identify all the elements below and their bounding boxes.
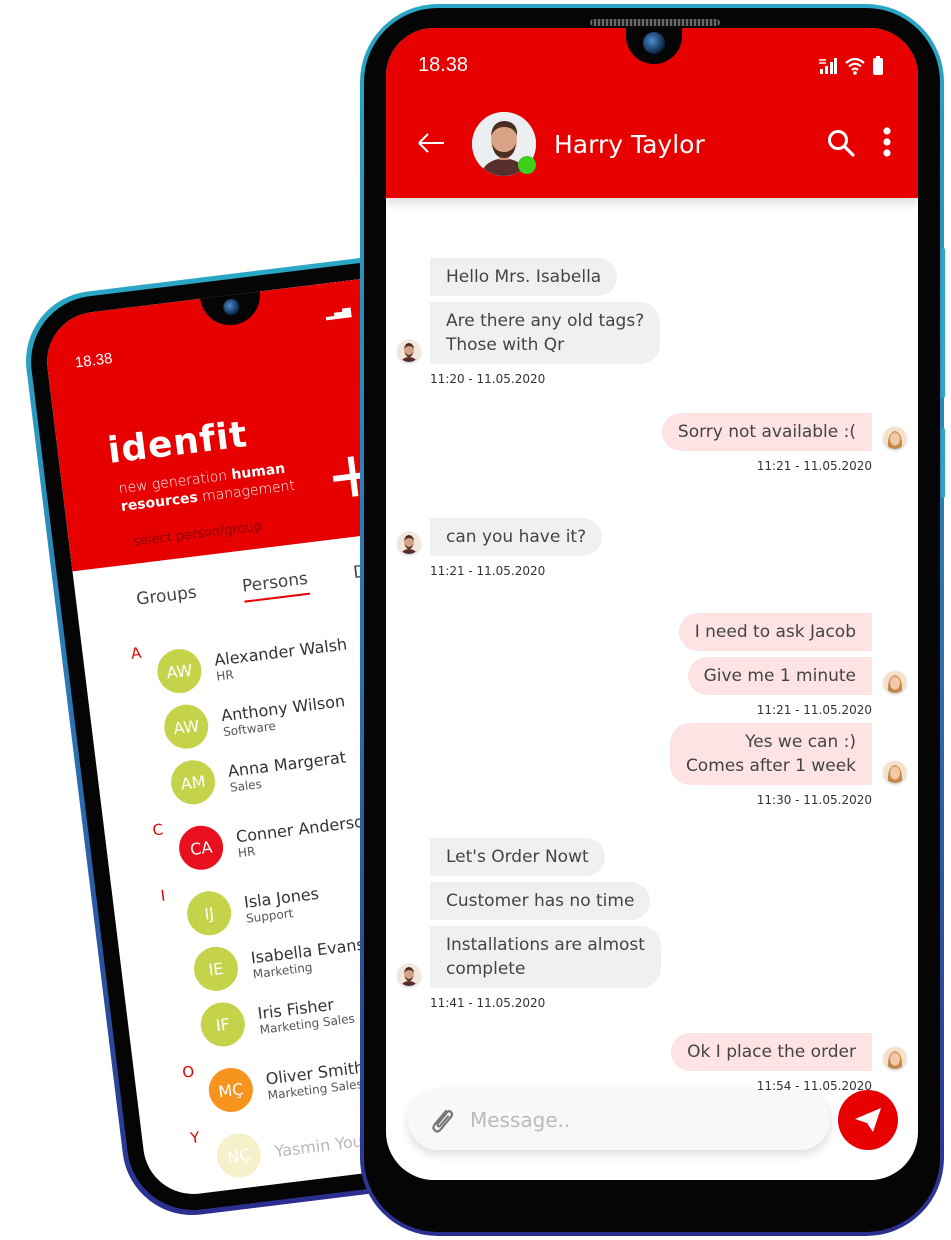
message-bubble[interactable]: Are there any old tags? Those with Qr (430, 302, 661, 364)
chat-app-bar: 18.38 Harry Taylor (386, 28, 918, 198)
incoming-message-group: Let's Order Nowt Customer has no time Inst… (430, 838, 661, 1010)
message-bubble[interactable]: Yes we can :) Comes after 1 week (669, 723, 872, 785)
phone-bezel: 18.38 Harry Taylor Hello Mrs. Isabella A… (364, 8, 945, 1232)
self-avatar (884, 671, 906, 693)
contact-initials-avatar: IJ (184, 888, 234, 938)
message-timestamp: 11:21 - 11.05.2020 (430, 564, 546, 578)
signal-icon (819, 58, 837, 74)
outgoing-message-group: Yes we can :) Comes after 1 week 11:30 - 1… (669, 723, 872, 807)
message-composer (408, 1090, 830, 1150)
chat-screen: 18.38 Harry Taylor Hello Mrs. Isabella A… (386, 28, 918, 1180)
volume-button (941, 248, 945, 398)
signal-icon: ▂▄▆ (324, 304, 352, 321)
front-camera (626, 28, 682, 64)
contact-initials-avatar: IE (191, 944, 241, 994)
incoming-message-group: Hello Mrs. Isabella Are there any old tag… (430, 258, 661, 386)
message-bubble[interactable]: I need to ask Jacob (678, 613, 872, 651)
contact-text: Isabella Evans Marketing (250, 934, 368, 981)
contact-text: Oliver Smith Marketing Sales (265, 1057, 367, 1102)
send-paper-plane-icon (855, 1108, 881, 1132)
message-bubble[interactable]: Ok I place the order (671, 1033, 872, 1071)
contact-initials-avatar: IF (198, 999, 248, 1049)
message-bubble[interactable]: Give me 1 minute (687, 657, 872, 695)
stage: 18.38 ▂▄▆ idenfit new generation human r… (0, 0, 951, 1240)
more-options-icon[interactable] (882, 126, 892, 158)
sender-avatar (398, 532, 420, 554)
self-avatar (884, 761, 906, 783)
sender-avatar (398, 340, 420, 362)
message-timestamp: 11:21 - 11.05.2020 (756, 459, 872, 473)
message-bubble[interactable]: Installations are almost complete (430, 926, 661, 988)
search-icon[interactable] (826, 128, 856, 158)
message-timestamp: 11:20 - 11.05.2020 (430, 372, 546, 386)
online-status-dot (518, 156, 536, 174)
status-time: 18.38 (74, 349, 114, 372)
wifi-icon (845, 57, 865, 75)
power-button (941, 428, 945, 498)
brand-logo: idenfit (105, 414, 250, 472)
message-bubble[interactable]: Customer has no time (430, 882, 651, 920)
contact-text: Iris Fisher Marketing Sales (257, 992, 356, 1036)
back-arrow-icon[interactable] (416, 128, 446, 158)
message-bubble[interactable]: Sorry not available :( (661, 413, 872, 451)
select-hint: select person/group (132, 519, 263, 550)
contact-text: Alexander Walsh HR (213, 634, 350, 683)
earpiece-speaker (590, 19, 720, 26)
outgoing-message-group: Sorry not available :( 11:21 - 11.05.2020 (661, 413, 872, 473)
outgoing-message-group: Ok I place the order 11:54 - 11.05.2020 (671, 1033, 872, 1093)
contact-initials-avatar: AM (168, 757, 218, 807)
self-avatar (884, 1047, 906, 1069)
contact-text: Isla Jones Support (243, 883, 322, 925)
contact-text: Anthony Wilson Software (220, 691, 348, 739)
incoming-message-group: can you have it? 11:21 - 11.05.2020 (430, 518, 603, 578)
contact-initials-avatar: CA (176, 823, 226, 873)
chat-phone: 18.38 Harry Taylor Hello Mrs. Isabella A… (360, 4, 945, 1236)
battery-icon (873, 56, 883, 75)
contact-name[interactable]: Harry Taylor (554, 130, 705, 159)
status-time: 18.38 (418, 54, 469, 76)
message-bubble[interactable]: Let's Order Nowt (430, 838, 605, 876)
status-icons (818, 56, 884, 76)
contact-initials-avatar: MÇ (206, 1065, 256, 1115)
paperclip-icon[interactable] (428, 1105, 456, 1135)
contact-initials-avatar: AW (154, 646, 204, 696)
message-timestamp: 11:21 - 11.05.2020 (756, 703, 872, 717)
message-timestamp: 11:30 - 11.05.2020 (756, 793, 872, 807)
message-input[interactable] (470, 1108, 770, 1132)
message-bubble[interactable]: can you have it? (430, 518, 603, 556)
message-bubble[interactable]: Hello Mrs. Isabella (430, 258, 618, 296)
contact-initials-avatar: AW (161, 702, 211, 752)
outgoing-message-group: I need to ask Jacob Give me 1 minute 11:21… (678, 613, 872, 717)
contact-initials-avatar: NÇ (214, 1130, 264, 1180)
self-avatar (884, 427, 906, 449)
message-timestamp: 11:41 - 11.05.2020 (430, 996, 546, 1010)
contact-text: Anna Margerat Sales (227, 747, 349, 794)
front-camera (199, 289, 264, 329)
send-button[interactable] (838, 1090, 898, 1150)
message-list[interactable]: Hello Mrs. Isabella Are there any old tag… (386, 218, 918, 1093)
sender-avatar (398, 964, 420, 986)
